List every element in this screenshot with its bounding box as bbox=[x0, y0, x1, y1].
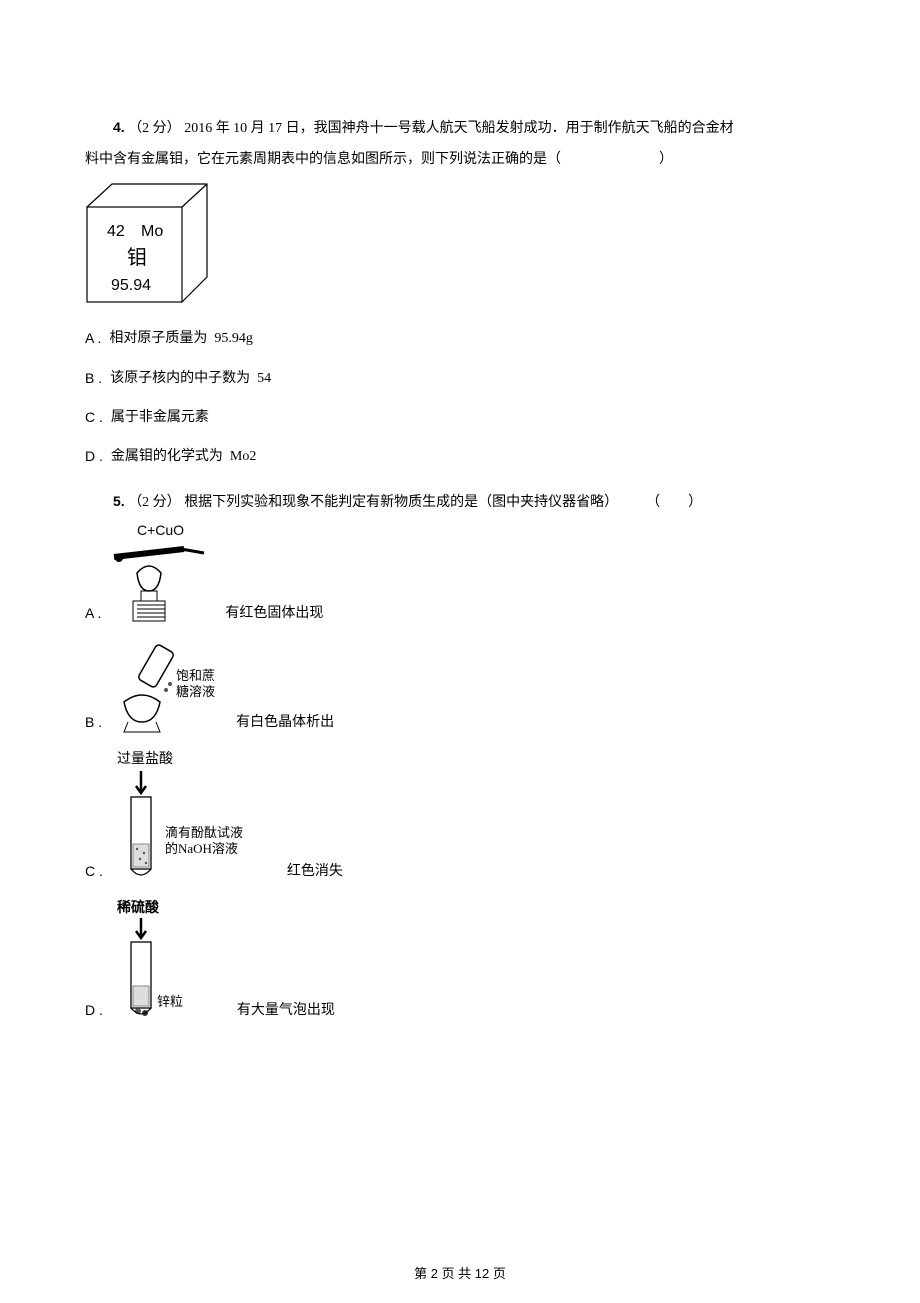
question-4: 4. （2 分） 2016 年 10 月 17 日，我国神舟十一号载人航天飞船发… bbox=[85, 115, 835, 469]
q4-choice-a[interactable]: A . 相对原子质量为 95.94g bbox=[85, 326, 835, 351]
q4-number: 4. bbox=[113, 119, 125, 135]
page-footer: 第 2 页 共 12 页 bbox=[0, 1262, 920, 1285]
svg-text:的NaOH溶液: 的NaOH溶液 bbox=[165, 841, 238, 856]
choice-text: 红色消失 bbox=[287, 859, 343, 884]
pager-e: 页 bbox=[489, 1266, 506, 1281]
pager-total: 12 bbox=[475, 1266, 489, 1281]
experiment-metal-acid-icon: 稀硫酸 锌粒 bbox=[111, 898, 231, 1023]
pager-c: 页 共 bbox=[438, 1266, 475, 1281]
choice-label: D . bbox=[85, 998, 103, 1023]
q4-choice-d[interactable]: D . 金属钼的化学式为 Mo2 bbox=[85, 444, 835, 469]
choice-text: 有大量气泡出现 bbox=[237, 998, 335, 1023]
q4-element-diagram: 42 Mo 钼 95.94 bbox=[85, 182, 835, 312]
choice-label: B . bbox=[85, 710, 102, 735]
q4-points: （2 分） bbox=[128, 121, 181, 136]
svg-text:钼: 钼 bbox=[127, 246, 147, 269]
svg-text:Mo: Mo bbox=[141, 223, 163, 240]
q5-choice-d[interactable]: D . 稀硫酸 锌粒 有大量气泡出现 bbox=[85, 898, 835, 1023]
choice-text: 属于非金属元素 bbox=[111, 405, 209, 430]
q5-choice-c[interactable]: C . 过量盐酸 滴有酚酞试液 的NaOH溶液 红色消失 bbox=[85, 749, 835, 884]
periodic-table-cube-icon: 42 Mo 钼 95.94 bbox=[85, 182, 215, 312]
q4-text-a: 2016 年 10 月 17 日，我国神舟十一号载人航天飞船发射成功．用于制作航… bbox=[184, 121, 734, 136]
svg-text:锌粒: 锌粒 bbox=[157, 994, 183, 1009]
choice-text: 金属钼的化学式为 Mo2 bbox=[111, 444, 256, 469]
q5-text: 根据下列实验和现象不能判定有新物质生成的是（图中夹持仪器省略） （ ） bbox=[184, 495, 702, 510]
svg-text:稀硫酸: 稀硫酸 bbox=[117, 899, 160, 916]
choice-text: 有白色晶体析出 bbox=[236, 710, 334, 735]
q4-choice-b[interactable]: B . 该原子核内的中子数为 54 bbox=[85, 366, 835, 391]
pager-a: 第 bbox=[414, 1266, 431, 1281]
q4-choice-c[interactable]: C . 属于非金属元素 bbox=[85, 405, 835, 430]
choice-label: A . bbox=[85, 601, 101, 626]
q5-choice-b[interactable]: B . 饱和蔗 糖溶液 有白色晶体析出 bbox=[85, 640, 835, 735]
svg-text:糖溶液: 糖溶液 bbox=[176, 684, 215, 699]
choice-label: C . bbox=[85, 405, 103, 430]
choice-text: 该原子核内的中子数为 54 bbox=[110, 366, 271, 391]
q5-points: （2 分） bbox=[128, 495, 181, 510]
pager-current: 2 bbox=[431, 1266, 438, 1281]
q5-choice-a[interactable]: A . C+CuO 有红色固体出现 bbox=[85, 521, 835, 626]
svg-text:C+CuO: C+CuO bbox=[137, 522, 184, 538]
choice-label: C . bbox=[85, 859, 103, 884]
q5-stem: 5. （2 分） 根据下列实验和现象不能判定有新物质生成的是（图中夹持仪器省略）… bbox=[85, 489, 835, 515]
q4-stem-line1: 4. （2 分） 2016 年 10 月 17 日，我国神舟十一号载人航天飞船发… bbox=[85, 115, 835, 141]
choice-text: 相对原子质量为 95.94g bbox=[109, 326, 253, 351]
q4-stem-line2: 料中含有金属钼，它在元素周期表中的信息如图所示，则下列说法正确的是（ ） bbox=[85, 147, 835, 172]
question-5: 5. （2 分） 根据下列实验和现象不能判定有新物质生成的是（图中夹持仪器省略）… bbox=[85, 489, 835, 1023]
svg-text:过量盐酸: 过量盐酸 bbox=[117, 751, 173, 767]
q5-number: 5. bbox=[113, 493, 125, 509]
experiment-neutralization-icon: 过量盐酸 滴有酚酞试液 的NaOH溶液 bbox=[111, 749, 281, 884]
experiment-heating-icon: C+CuO bbox=[109, 521, 219, 626]
choice-label: B . bbox=[85, 366, 102, 391]
svg-text:42: 42 bbox=[107, 223, 125, 240]
choice-text: 有红色固体出现 bbox=[225, 601, 323, 626]
svg-text:滴有酚酞试液: 滴有酚酞试液 bbox=[165, 825, 243, 840]
choice-label: D . bbox=[85, 444, 103, 469]
svg-text:95.94: 95.94 bbox=[111, 277, 151, 294]
choice-label: A . bbox=[85, 326, 101, 351]
svg-text:饱和蔗: 饱和蔗 bbox=[176, 668, 215, 683]
experiment-evaporation-icon: 饱和蔗 糖溶液 bbox=[110, 640, 230, 735]
